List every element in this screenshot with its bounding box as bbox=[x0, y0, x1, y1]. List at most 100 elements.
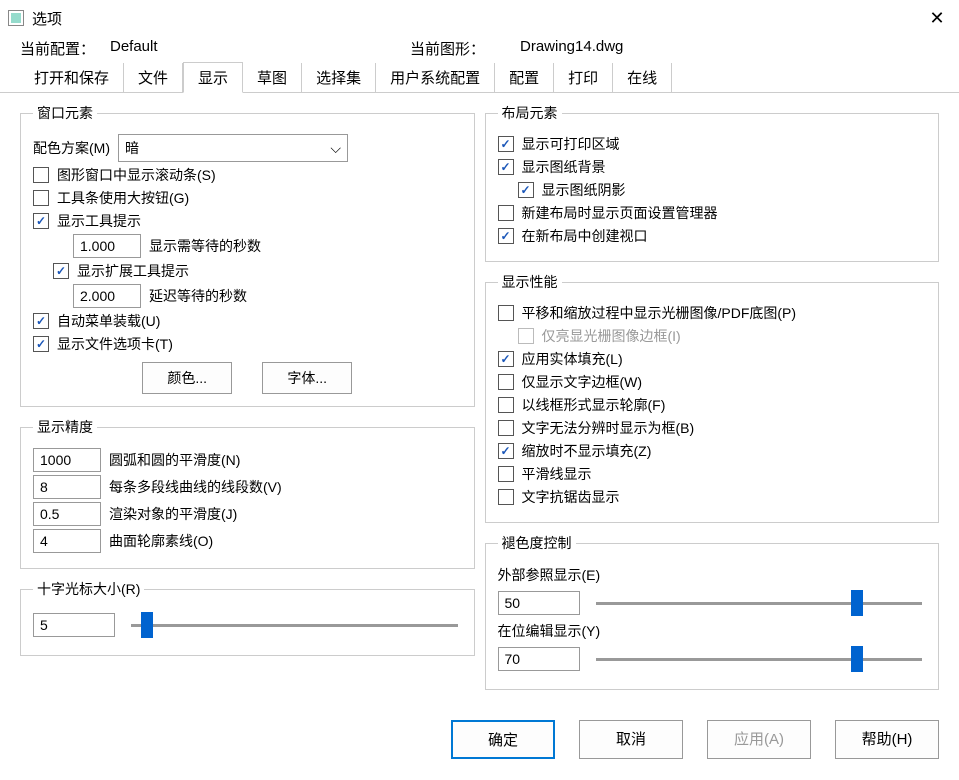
cb-large-buttons[interactable] bbox=[33, 190, 49, 206]
tab-file[interactable]: 文件 bbox=[124, 63, 183, 92]
apply-button[interactable]: 应用(A) bbox=[707, 720, 811, 759]
dialog-title: 选项 bbox=[32, 8, 925, 29]
inplace-edit-input[interactable] bbox=[498, 647, 580, 671]
cb-printable-area[interactable] bbox=[498, 136, 514, 152]
tab-online[interactable]: 在线 bbox=[613, 63, 672, 92]
crosshair-slider-thumb[interactable] bbox=[141, 612, 153, 638]
cb-file-tabs[interactable] bbox=[33, 336, 49, 352]
cb-page-setup-mgr-label: 新建布局时显示页面设置管理器 bbox=[522, 203, 718, 223]
ok-button[interactable]: 确定 bbox=[451, 720, 555, 759]
cb-smooth-lines[interactable] bbox=[498, 466, 514, 482]
render-smooth-input[interactable] bbox=[33, 502, 101, 526]
inplace-edit-slider[interactable] bbox=[596, 658, 923, 661]
extended-delay-label: 延迟等待的秒数 bbox=[149, 286, 247, 306]
cb-paper-bg[interactable] bbox=[498, 159, 514, 175]
current-config-value: Default bbox=[110, 38, 410, 59]
crosshair-legend: 十字光标大小(R) bbox=[33, 579, 144, 599]
cb-scrollbars-label: 图形窗口中显示滚动条(S) bbox=[57, 165, 216, 185]
xref-slider-thumb[interactable] bbox=[851, 590, 863, 616]
cb-pan-zoom-raster-label: 平移和缩放过程中显示光栅图像/PDF底图(P) bbox=[522, 303, 797, 323]
fade-control-group: 褪色度控制 外部参照显示(E) 在位编辑显示(Y) bbox=[485, 533, 940, 690]
help-button[interactable]: 帮助(H) bbox=[835, 720, 939, 759]
cb-create-viewport-label: 在新布局中创建视口 bbox=[522, 226, 648, 246]
current-config-label: 当前配置： bbox=[20, 38, 110, 59]
layout-elements-group: 布局元素 显示可打印区域 显示图纸背景 显示图纸阴影 新建布局时显示页面设置管理… bbox=[485, 103, 940, 262]
xref-display-label: 外部参照显示(E) bbox=[498, 565, 927, 585]
cb-auto-menu-label: 自动菜单装载(U) bbox=[57, 311, 160, 331]
cb-scrollbars[interactable] bbox=[33, 167, 49, 183]
cb-highlight-raster-label: 仅亮显光栅图像边框(I) bbox=[542, 326, 681, 346]
colors-button[interactable]: 颜色... bbox=[142, 362, 232, 394]
crosshair-slider[interactable] bbox=[131, 624, 458, 627]
cb-solid-fill[interactable] bbox=[498, 351, 514, 367]
cb-show-tooltips-label: 显示工具提示 bbox=[57, 211, 141, 231]
cb-solid-fill-label: 应用实体填充(L) bbox=[522, 349, 623, 369]
tab-user-system[interactable]: 用户系统配置 bbox=[376, 63, 495, 92]
tab-open-save[interactable]: 打开和保存 bbox=[20, 63, 124, 92]
cb-printable-area-label: 显示可打印区域 bbox=[522, 134, 620, 154]
crosshair-group: 十字光标大小(R) bbox=[20, 579, 475, 656]
cb-paper-shadow-label: 显示图纸阴影 bbox=[542, 180, 626, 200]
current-drawing-label: 当前图形： bbox=[410, 38, 520, 59]
cb-silhouette-label: 以线框形式显示轮廓(F) bbox=[522, 395, 666, 415]
fonts-button[interactable]: 字体... bbox=[262, 362, 352, 394]
current-drawing-value: Drawing14.dwg bbox=[520, 38, 820, 59]
surface-lines-input[interactable] bbox=[33, 529, 101, 553]
cb-text-antialias-label: 文字抗锯齿显示 bbox=[522, 487, 620, 507]
arc-smooth-input[interactable] bbox=[33, 448, 101, 472]
cb-page-setup-mgr[interactable] bbox=[498, 205, 514, 221]
cb-auto-menu[interactable] bbox=[33, 313, 49, 329]
cb-paper-bg-label: 显示图纸背景 bbox=[522, 157, 606, 177]
config-info-row: 当前配置： Default 当前图形： Drawing14.dwg bbox=[0, 34, 959, 63]
close-icon[interactable]: ✕ bbox=[925, 8, 949, 29]
tooltip-delay-input[interactable] bbox=[73, 234, 141, 258]
xref-display-input[interactable] bbox=[498, 591, 580, 615]
tab-selection[interactable]: 选择集 bbox=[302, 63, 376, 92]
display-precision-group: 显示精度 圆弧和圆的平滑度(N) 每条多段线曲线的线段数(V) 渲染对象的平滑度… bbox=[20, 417, 475, 569]
crosshair-input[interactable] bbox=[33, 613, 115, 637]
color-scheme-select[interactable]: 暗 ⌵ bbox=[118, 134, 348, 162]
inplace-slider-thumb[interactable] bbox=[851, 646, 863, 672]
color-scheme-value: 暗 bbox=[125, 138, 139, 158]
color-scheme-label: 配色方案(M) bbox=[33, 138, 110, 158]
tab-display[interactable]: 显示 bbox=[183, 62, 243, 93]
surface-lines-label: 曲面轮廓素线(O) bbox=[109, 531, 213, 551]
cb-text-frame-only-label: 仅显示文字边框(W) bbox=[522, 372, 643, 392]
polyline-segs-input[interactable] bbox=[33, 475, 101, 499]
layout-elements-legend: 布局元素 bbox=[498, 103, 562, 123]
cb-create-viewport[interactable] bbox=[498, 228, 514, 244]
display-precision-legend: 显示精度 bbox=[33, 417, 97, 437]
cb-text-as-box-label: 文字无法分辨时显示为框(B) bbox=[522, 418, 695, 438]
cb-file-tabs-label: 显示文件选项卡(T) bbox=[57, 334, 173, 354]
tab-print[interactable]: 打印 bbox=[554, 63, 613, 92]
extended-delay-input[interactable] bbox=[73, 284, 141, 308]
cb-no-fill-zoom[interactable] bbox=[498, 443, 514, 459]
cb-extended-tooltips-label: 显示扩展工具提示 bbox=[77, 261, 189, 281]
cb-text-frame-only[interactable] bbox=[498, 374, 514, 390]
cb-paper-shadow[interactable] bbox=[518, 182, 534, 198]
inplace-edit-label: 在位编辑显示(Y) bbox=[498, 621, 927, 641]
cb-text-antialias[interactable] bbox=[498, 489, 514, 505]
cb-highlight-raster bbox=[518, 328, 534, 344]
cb-text-as-box[interactable] bbox=[498, 420, 514, 436]
window-elements-group: 窗口元素 配色方案(M) 暗 ⌵ 图形窗口中显示滚动条(S) 工具条使用大按钮(… bbox=[20, 103, 475, 407]
dialog-button-bar: 确定 取消 应用(A) 帮助(H) bbox=[0, 710, 959, 771]
titlebar: 选项 ✕ bbox=[0, 0, 959, 34]
cb-large-buttons-label: 工具条使用大按钮(G) bbox=[57, 188, 189, 208]
chevron-down-icon: ⌵ bbox=[330, 140, 341, 157]
cb-smooth-lines-label: 平滑线显示 bbox=[522, 464, 592, 484]
tab-sketch[interactable]: 草图 bbox=[243, 63, 302, 92]
cancel-button[interactable]: 取消 bbox=[579, 720, 683, 759]
cb-no-fill-zoom-label: 缩放时不显示填充(Z) bbox=[522, 441, 652, 461]
cb-pan-zoom-raster[interactable] bbox=[498, 305, 514, 321]
cb-extended-tooltips[interactable] bbox=[53, 263, 69, 279]
tooltip-delay-label: 显示需等待的秒数 bbox=[149, 236, 261, 256]
xref-display-slider[interactable] bbox=[596, 602, 923, 605]
cb-show-tooltips[interactable] bbox=[33, 213, 49, 229]
app-icon bbox=[8, 10, 24, 26]
tab-config[interactable]: 配置 bbox=[495, 63, 554, 92]
cb-silhouette[interactable] bbox=[498, 397, 514, 413]
polyline-segs-label: 每条多段线曲线的线段数(V) bbox=[109, 477, 282, 497]
fade-control-legend: 褪色度控制 bbox=[498, 533, 576, 553]
display-performance-legend: 显示性能 bbox=[498, 272, 562, 292]
